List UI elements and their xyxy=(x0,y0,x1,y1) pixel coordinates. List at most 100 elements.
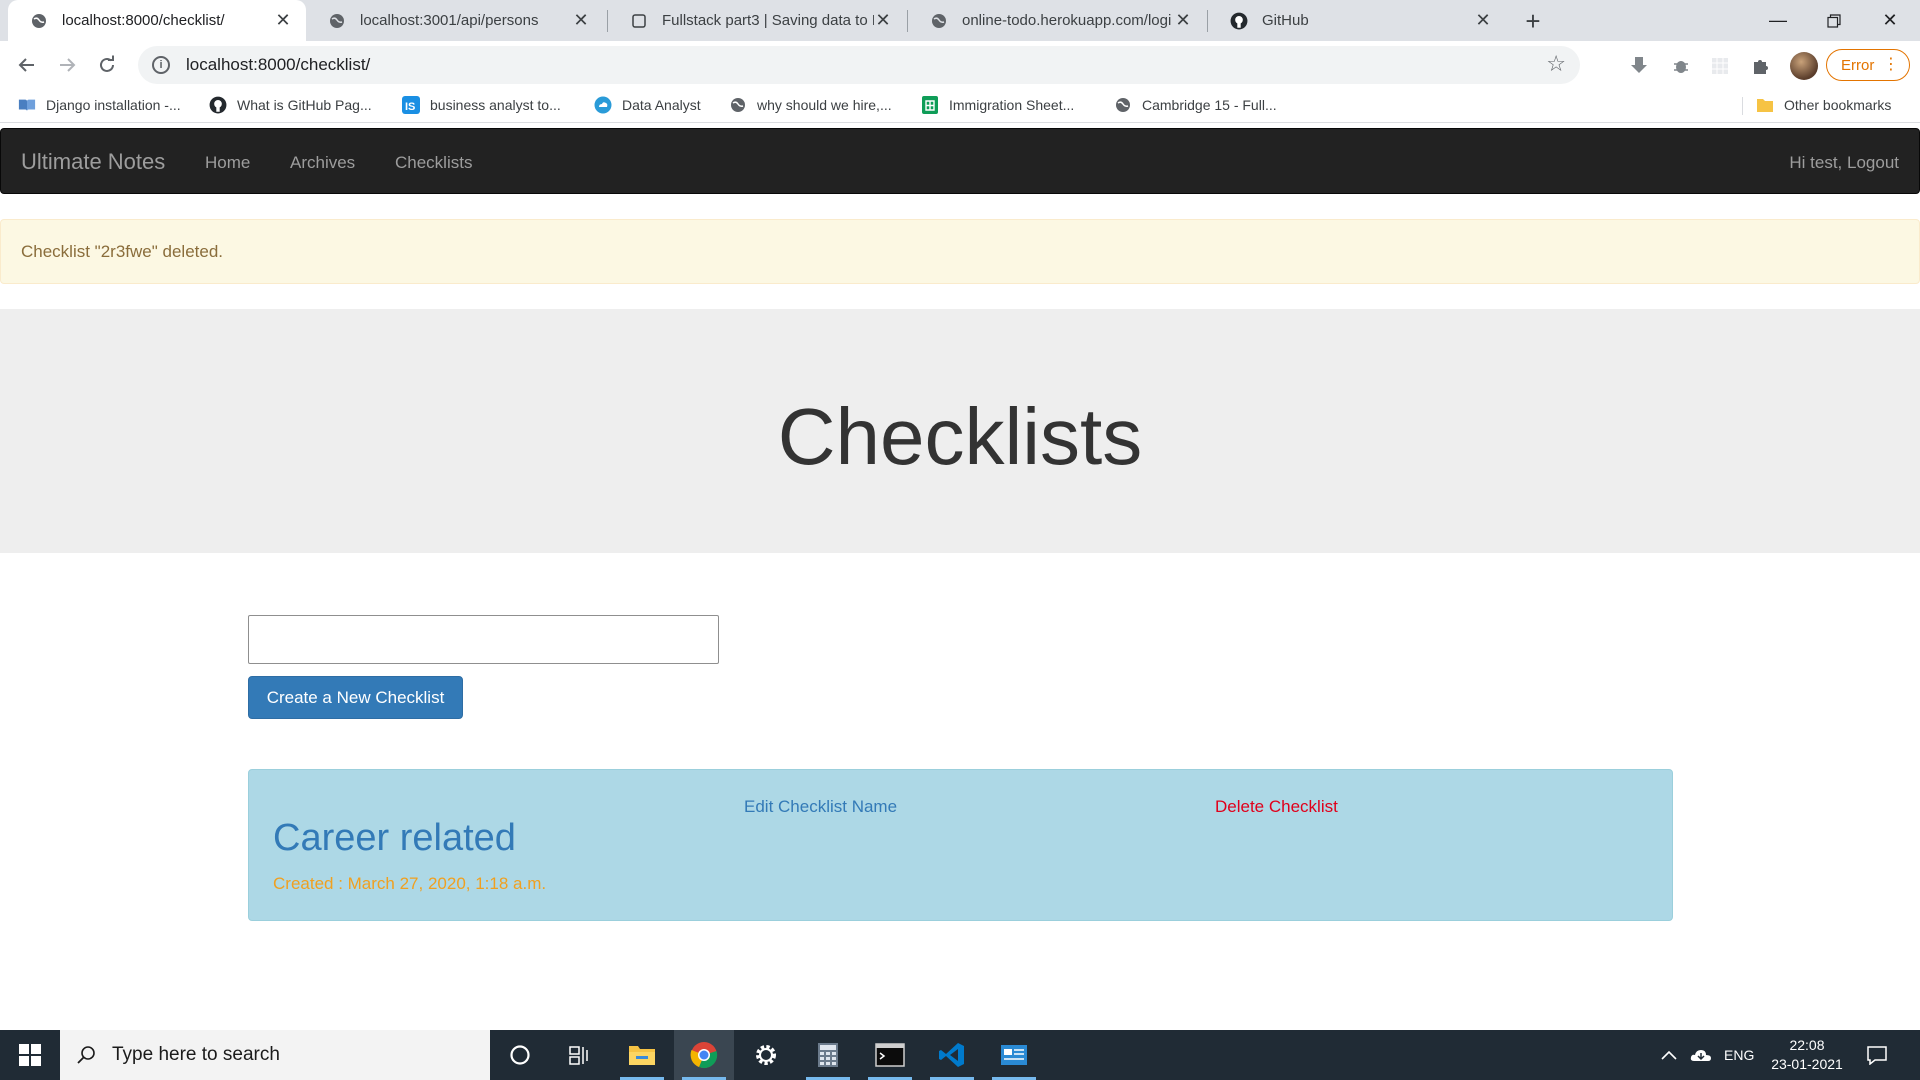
bookmark-item[interactable]: Immigration Sheet... xyxy=(921,94,1074,116)
cloud-icon xyxy=(594,96,612,114)
checklist-name-link[interactable]: Career related xyxy=(273,817,516,860)
close-icon[interactable]: ✕ xyxy=(1474,10,1492,31)
terminal-icon[interactable] xyxy=(860,1030,920,1080)
user-greeting-logout[interactable]: Hi test, Logout xyxy=(1789,153,1899,173)
tab-title: localhost:8000/checklist/ xyxy=(62,12,225,29)
notifications-icon[interactable] xyxy=(1866,1030,1888,1080)
task-view-icon[interactable] xyxy=(550,1030,610,1080)
tab-title: online-todo.herokuapp.com/logi xyxy=(962,12,1172,29)
bookmark-label: Immigration Sheet... xyxy=(949,97,1075,113)
bookmark-label: Data Analyst xyxy=(622,97,701,113)
navbar-brand[interactable]: Ultimate Notes xyxy=(21,149,165,175)
browser-tab[interactable]: localhost:3001/api/persons ✕ xyxy=(306,0,604,41)
forward-button[interactable] xyxy=(51,49,83,81)
nav-link-home[interactable]: Home xyxy=(205,153,250,173)
extensions-puzzle-icon[interactable] xyxy=(1749,54,1773,78)
chrome-icon[interactable] xyxy=(674,1030,734,1080)
close-icon[interactable]: ✕ xyxy=(1174,10,1192,31)
onedrive-cloud-icon[interactable] xyxy=(1690,1030,1712,1080)
info-icon[interactable]: i xyxy=(152,56,170,74)
bookmark-label: Cambridge 15 - Full... xyxy=(1142,97,1277,113)
globe-icon xyxy=(328,12,346,30)
page-icon xyxy=(630,12,648,30)
bookmark-item[interactable]: why should we hire,... xyxy=(729,94,892,116)
create-checklist-button[interactable]: Create a New Checklist xyxy=(248,676,463,719)
bookmark-label: business analyst to... xyxy=(430,97,561,113)
other-bookmarks[interactable]: Other bookmarks xyxy=(1756,94,1891,116)
vscode-icon[interactable] xyxy=(922,1030,982,1080)
nav-link-archives[interactable]: Archives xyxy=(290,153,355,173)
bookmark-label: What is GitHub Pag... xyxy=(237,97,372,113)
bookmark-label: why should we hire,... xyxy=(757,97,892,113)
cortana-icon[interactable] xyxy=(490,1030,550,1080)
edit-checklist-name-link[interactable]: Edit Checklist Name xyxy=(744,797,897,817)
taskbar-search-placeholder: Type here to search xyxy=(112,1044,280,1065)
book-icon xyxy=(18,96,36,114)
more-menu-icon: ⋮ xyxy=(1883,56,1899,73)
bookmark-item[interactable]: Django installation -... xyxy=(18,94,181,116)
bookmark-item[interactable]: IS business analyst to... xyxy=(402,94,561,116)
browser-tab[interactable]: online-todo.herokuapp.com/logi ✕ xyxy=(908,0,1206,41)
close-icon[interactable]: ✕ xyxy=(274,10,292,31)
svg-text:IS: IS xyxy=(405,101,415,113)
windows-logo-icon xyxy=(19,1044,41,1066)
search-icon xyxy=(77,1046,95,1064)
bookmark-star-icon[interactable]: ☆ xyxy=(1546,53,1566,75)
start-button[interactable] xyxy=(0,1030,60,1080)
bookmark-item[interactable]: Data Analyst xyxy=(594,94,701,116)
bookmark-item[interactable]: What is GitHub Pag... xyxy=(209,94,372,116)
taskbar-clock[interactable]: 22:08 23-01-2021 xyxy=(1762,1036,1852,1074)
bug-extension-icon[interactable] xyxy=(1669,54,1693,78)
tab-title: GitHub xyxy=(1262,12,1309,29)
folder-icon xyxy=(1756,96,1774,114)
checklist-card: Edit Checklist Name Delete Checklist Car… xyxy=(248,769,1673,921)
browser-tab-strip: localhost:8000/checklist/ ✕ localhost:30… xyxy=(0,0,1920,41)
settings-icon[interactable] xyxy=(736,1030,796,1080)
show-hidden-icons[interactable] xyxy=(1660,1030,1678,1080)
browser-tab[interactable]: GitHub ✕ xyxy=(1208,0,1506,41)
github-icon xyxy=(209,96,227,114)
new-tab-button[interactable]: + xyxy=(1518,6,1548,36)
calculator-icon[interactable] xyxy=(798,1030,858,1080)
bookmark-item[interactable]: Cambridge 15 - Full... xyxy=(1114,94,1277,116)
is-logo-icon: IS xyxy=(402,96,420,114)
profile-error-label: Error xyxy=(1841,56,1875,74)
browser-tab[interactable]: Fullstack part3 | Saving data to M ✕ xyxy=(608,0,906,41)
github-icon xyxy=(1230,12,1248,30)
page-header-banner: Checklists xyxy=(0,309,1920,553)
taskbar-search-box[interactable]: Type here to search xyxy=(60,1030,490,1080)
nav-link-checklists[interactable]: Checklists xyxy=(395,153,472,173)
alert-message: Checklist "2r3fwe" deleted. xyxy=(21,242,223,261)
other-bookmarks-label: Other bookmarks xyxy=(1784,97,1892,113)
close-icon[interactable]: ✕ xyxy=(572,10,590,31)
bookmarks-bar: Django installation -... What is GitHub … xyxy=(0,88,1920,123)
language-indicator[interactable]: ENG xyxy=(1724,1030,1754,1080)
deleted-alert: Checklist "2r3fwe" deleted. xyxy=(0,219,1920,284)
download-extension-icon[interactable] xyxy=(1627,54,1651,78)
file-explorer-icon[interactable] xyxy=(612,1030,672,1080)
page-title: Checklists xyxy=(777,392,1143,481)
create-checklist-label: Create a New Checklist xyxy=(266,687,445,707)
clock-date: 23-01-2021 xyxy=(1771,1056,1843,1072)
address-url: localhost:8000/checklist/ xyxy=(186,55,371,74)
sheets-icon xyxy=(921,96,939,114)
checklist-created-date: Created : March 27, 2020, 1:18 a.m. xyxy=(273,874,547,893)
new-checklist-name-input[interactable] xyxy=(248,615,719,664)
profile-avatar[interactable] xyxy=(1790,52,1818,80)
tab-title: Fullstack part3 | Saving data to M xyxy=(662,12,874,29)
profile-error-button[interactable]: Error ⋮ xyxy=(1826,49,1910,81)
browser-tab[interactable]: localhost:8000/checklist/ ✕ xyxy=(8,0,306,41)
address-bar[interactable]: i localhost:8000/checklist/ ☆ xyxy=(138,46,1580,84)
app-icon[interactable] xyxy=(984,1030,1044,1080)
close-icon[interactable]: ✕ xyxy=(874,10,892,31)
restore-button[interactable] xyxy=(1806,0,1862,41)
windows-taskbar: Type here to search ENG 22:08 23-01-2021 xyxy=(0,1030,1920,1080)
delete-checklist-link[interactable]: Delete Checklist xyxy=(1215,797,1338,817)
globe-icon xyxy=(1114,96,1132,114)
reload-button[interactable] xyxy=(91,49,123,81)
bookmarks-separator xyxy=(1742,97,1743,115)
close-window-button[interactable]: ✕ xyxy=(1862,0,1918,41)
minimize-button[interactable]: — xyxy=(1750,0,1806,41)
grid-extension-icon[interactable] xyxy=(1708,54,1732,78)
back-button[interactable] xyxy=(11,49,43,81)
